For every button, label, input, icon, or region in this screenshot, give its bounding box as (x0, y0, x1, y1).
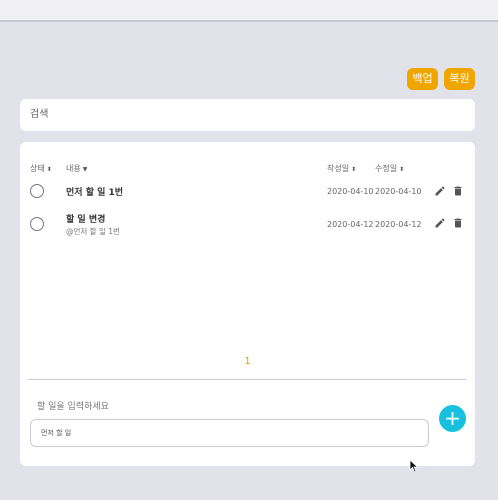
sort-icon: ⬍ (46, 166, 52, 173)
divider (28, 379, 466, 380)
header-created-label: 작성일 (327, 164, 350, 173)
search-input[interactable]: 검색 (20, 99, 475, 131)
delete-icon[interactable] (452, 185, 464, 197)
new-todo-label: 할 일을 입력하세요 (37, 402, 109, 412)
header-content-label: 내용 (66, 164, 81, 173)
browser-top-bar (0, 0, 498, 22)
created-date: 2020-04-10 (327, 187, 374, 196)
plus-icon: + (444, 406, 461, 430)
backup-button[interactable]: 백업 (407, 68, 438, 90)
sort-icon: ⬍ (351, 166, 357, 173)
add-todo-button[interactable]: + (439, 405, 466, 432)
todo-panel: 상태 ⬍ 내용 ▼ 작성일 ⬍ 수정일 ⬍ 먼저 할 일 1번 2020-04-10 2… (20, 142, 475, 466)
sort-desc-icon: ▼ (82, 166, 88, 173)
modified-date: 2020-04-12 (375, 220, 422, 229)
new-todo-input[interactable]: 먼저 할 일 (30, 419, 429, 447)
edit-icon[interactable] (434, 217, 446, 229)
status-checkbox[interactable] (30, 184, 44, 198)
modified-date: 2020-04-10 (375, 187, 422, 196)
header-content[interactable]: 내용 ▼ (66, 163, 87, 174)
todo-reference: @먼저 할 일 1번 (66, 227, 120, 236)
header-modified-label: 수정일 (375, 164, 398, 173)
header-status[interactable]: 상태 ⬍ (30, 163, 52, 174)
header-created[interactable]: 작성일 ⬍ (327, 163, 356, 174)
delete-icon[interactable] (452, 217, 464, 229)
edit-icon[interactable] (434, 185, 446, 197)
pagination-page-1[interactable]: 1 (20, 356, 475, 367)
restore-button[interactable]: 복원 (444, 68, 475, 90)
todo-title: 할 일 변경 (66, 215, 106, 225)
header-status-label: 상태 (30, 164, 45, 173)
sort-icon: ⬍ (399, 166, 405, 173)
header-modified[interactable]: 수정일 ⬍ (375, 163, 404, 174)
status-checkbox[interactable] (30, 217, 44, 231)
created-date: 2020-04-12 (327, 220, 374, 229)
mouse-cursor-icon (409, 459, 419, 473)
todo-title: 먼저 할 일 1번 (66, 188, 124, 198)
